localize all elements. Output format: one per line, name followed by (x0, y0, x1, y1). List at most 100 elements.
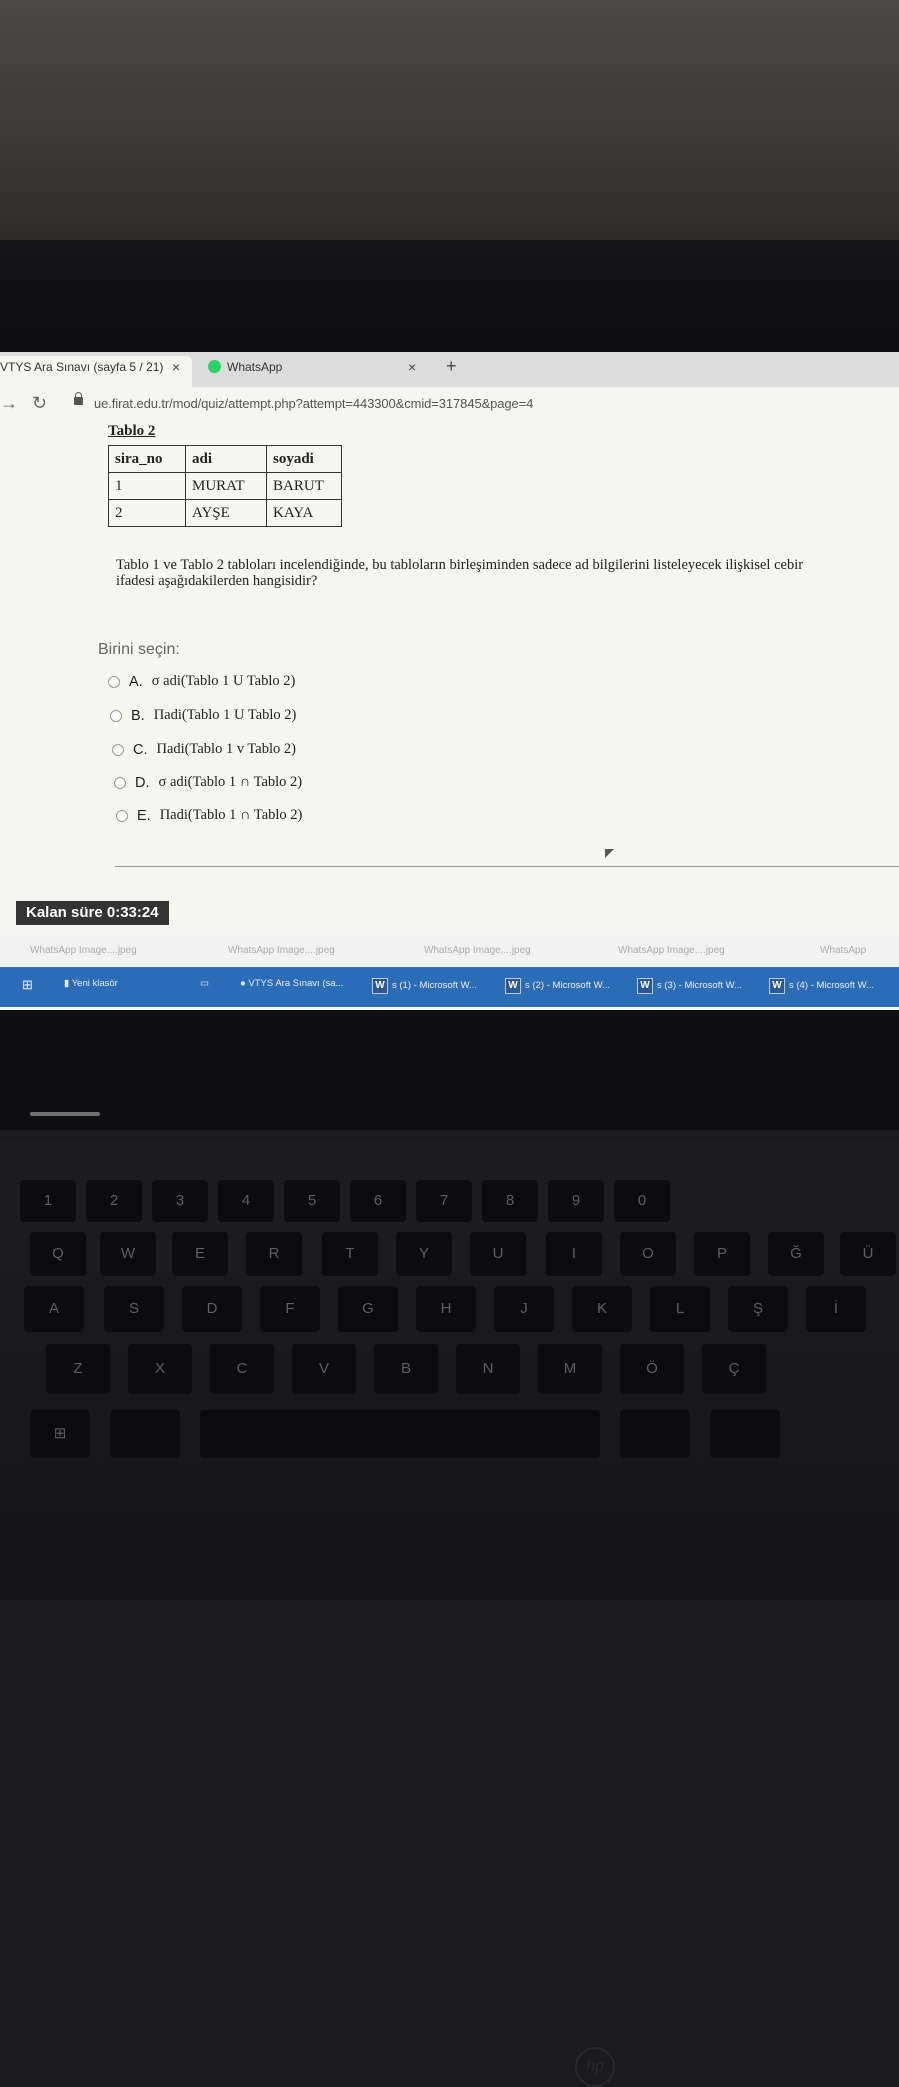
key[interactable]: İ (806, 1286, 866, 1332)
hp-logo: hp (575, 2047, 615, 2087)
url-text[interactable]: ue.firat.edu.tr/mod/quiz/attempt.php?att… (94, 396, 533, 411)
column-header: adi (185, 445, 267, 473)
key[interactable]: Ş (728, 1286, 788, 1332)
laptop-screen: VTYS Ara Sınavı (sayfa 5 / 21) × WhatsAp… (0, 352, 899, 1012)
table-row: 2 AYŞE KAYA (108, 499, 342, 527)
key[interactable]: H (416, 1286, 476, 1332)
key[interactable]: D (182, 1286, 242, 1332)
key[interactable]: W (100, 1232, 156, 1276)
taskbar-word-2[interactable]: Ws (2) - Microsoft W... (505, 978, 610, 994)
radio-button[interactable] (112, 743, 124, 756)
key[interactable]: M (538, 1344, 602, 1394)
key[interactable]: V (292, 1344, 356, 1394)
key[interactable]: F (260, 1286, 320, 1332)
key[interactable]: O (620, 1232, 676, 1276)
key[interactable]: C (210, 1344, 274, 1394)
close-icon[interactable]: × (408, 356, 416, 378)
radio-button[interactable] (110, 709, 122, 722)
word-icon: W (769, 978, 785, 994)
whatsapp-icon (208, 360, 221, 373)
tab-whatsapp[interactable]: WhatsApp × (206, 356, 431, 387)
download-item[interactable]: WhatsApp Image....jpeg (424, 945, 531, 956)
key[interactable]: R (246, 1232, 302, 1276)
download-item[interactable]: WhatsApp (820, 945, 866, 956)
key[interactable]: A (24, 1286, 84, 1332)
mouse-cursor-icon (605, 849, 614, 858)
address-bar: → ↻ ue.firat.edu.tr/mod/quiz/attempt.php… (0, 387, 899, 421)
column-header: soyadi (266, 445, 342, 473)
key[interactable]: T (322, 1232, 378, 1276)
tab-quiz[interactable]: VTYS Ara Sınavı (sayfa 5 / 21) × (0, 356, 192, 387)
key[interactable]: X (128, 1344, 192, 1394)
key[interactable]: J (494, 1286, 554, 1332)
key[interactable]: 0 (614, 1180, 670, 1222)
key[interactable]: 6 (350, 1180, 406, 1222)
forward-arrow-icon[interactable]: → (0, 393, 18, 414)
taskbar-chrome[interactable]: ● VTYS Ara Sınavı (sa... (240, 978, 343, 989)
key[interactable]: L (650, 1286, 710, 1332)
taskbar-word-1[interactable]: Ws (1) - Microsoft W... (372, 978, 477, 994)
key[interactable]: P (694, 1232, 750, 1276)
windows-start-icon[interactable]: ⊞ (22, 977, 33, 993)
key[interactable]: E (172, 1232, 228, 1276)
windows-taskbar: ⊞ ▮ Yeni klasör ▭ ● VTYS Ara Sınavı (sa.… (0, 967, 899, 1007)
key[interactable] (620, 1410, 690, 1458)
key[interactable]: G (338, 1286, 398, 1332)
taskbar-word-4[interactable]: Ws (4) - Microsoft W... (769, 978, 874, 994)
table-cell: 1 (108, 472, 186, 500)
windows-key-icon[interactable]: ⊞ (30, 1410, 90, 1458)
download-item[interactable]: WhatsApp Image....jpeg (30, 945, 137, 956)
key[interactable]: Y (396, 1232, 452, 1276)
key[interactable]: 5 (284, 1180, 340, 1222)
key[interactable]: B (374, 1344, 438, 1394)
key[interactable]: Ğ (768, 1232, 824, 1276)
option-text: Πadi(Tablo 1 ∩ Tablo 2) (159, 807, 303, 823)
close-icon[interactable]: × (172, 356, 180, 378)
key[interactable]: 8 (482, 1180, 538, 1222)
key[interactable]: U (470, 1232, 526, 1276)
option-c[interactable]: C. Πadi(Tablo 1 v Tablo 2) (112, 741, 296, 758)
key[interactable]: Q (30, 1232, 86, 1276)
key[interactable]: 3 (152, 1180, 208, 1222)
key[interactable]: 9 (548, 1180, 604, 1222)
option-e[interactable]: E. Πadi(Tablo 1 ∩ Tablo 2) (116, 807, 302, 824)
space-bar[interactable] (200, 1410, 600, 1458)
taskbar-app-icon[interactable]: ▭ (200, 978, 209, 989)
download-item[interactable]: WhatsApp Image....jpeg (618, 945, 725, 956)
option-letter: C. (133, 741, 148, 758)
radio-button[interactable] (116, 809, 128, 822)
radio-button[interactable] (114, 776, 126, 789)
key[interactable]: Ü (840, 1232, 896, 1276)
new-tab-button[interactable]: + (446, 356, 457, 377)
key[interactable] (710, 1410, 780, 1458)
key[interactable]: Z (46, 1344, 110, 1394)
divider (115, 866, 899, 867)
option-b[interactable]: B. Πadi(Tablo 1 U Tablo 2) (110, 707, 296, 724)
taskbar-word-3[interactable]: Ws (3) - Microsoft W... (637, 978, 742, 994)
key[interactable]: 1 (20, 1180, 76, 1222)
option-text: σ adi(Tablo 1 ∩ Tablo 2) (158, 774, 303, 790)
taskbar-folder[interactable]: ▮ Yeni klasör (64, 978, 118, 989)
lock-icon (74, 392, 83, 405)
key[interactable]: 2 (86, 1180, 142, 1222)
radio-button[interactable] (108, 675, 120, 688)
option-text: Πadi(Tablo 1 U Tablo 2) (153, 707, 297, 723)
key[interactable]: S (104, 1286, 164, 1332)
table-title: Tablo 2 (108, 423, 156, 439)
key[interactable]: K (572, 1286, 632, 1332)
key[interactable] (110, 1410, 180, 1458)
download-item[interactable]: WhatsApp Image....jpeg (228, 945, 335, 956)
key[interactable]: N (456, 1344, 520, 1394)
key[interactable]: 4 (218, 1180, 274, 1222)
question-text: Tablo 1 ve Tablo 2 tabloları incelendiği… (116, 557, 804, 589)
reload-icon[interactable]: ↻ (32, 393, 47, 414)
option-d[interactable]: D. σ adi(Tablo 1 ∩ Tablo 2) (114, 774, 302, 791)
word-icon: W (637, 978, 653, 994)
key[interactable]: 7 (416, 1180, 472, 1222)
key[interactable]: Ç (702, 1344, 766, 1394)
laptop-bezel-bottom: hp (0, 1010, 899, 2087)
key[interactable]: I (546, 1232, 602, 1276)
key[interactable]: Ö (620, 1344, 684, 1394)
time-remaining: Kalan süre 0:33:24 (16, 901, 169, 925)
option-a[interactable]: A. σ adi(Tablo 1 U Tablo 2) (108, 673, 295, 690)
